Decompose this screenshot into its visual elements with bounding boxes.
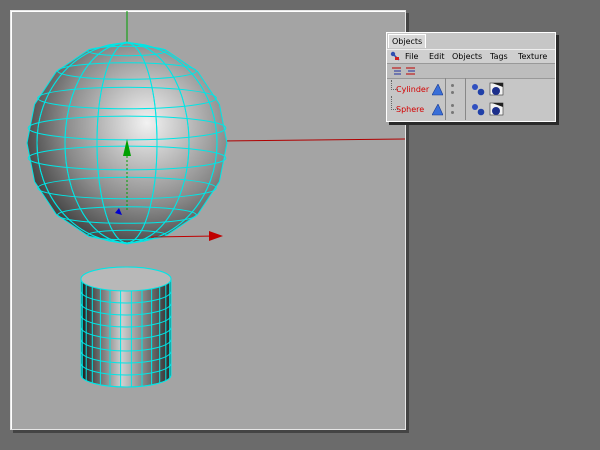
object-row-sphere[interactable]: Sphere <box>387 96 555 120</box>
menu-tags[interactable]: Tags <box>490 50 508 63</box>
collapse-hierarchy-icon[interactable] <box>405 66 416 76</box>
3d-viewport[interactable] <box>10 10 406 430</box>
object-name-cylinder[interactable]: Cylinder <box>396 84 429 96</box>
visibility-dots-icon[interactable] <box>451 84 454 98</box>
x-axis-arrow-icon[interactable] <box>209 231 223 241</box>
objects-menubar: File Edit Objects Tags Texture <box>387 49 555 64</box>
visibility-dots-icon[interactable] <box>451 104 454 118</box>
texture-tag-icon[interactable] <box>489 102 504 116</box>
texture-tag-icon[interactable] <box>489 82 504 96</box>
object-row-cylinder[interactable]: Cylinder <box>387 80 555 100</box>
menu-texture[interactable]: Texture <box>518 50 547 63</box>
menu-file[interactable]: File <box>405 50 418 63</box>
objects-toolbar <box>387 64 555 79</box>
objects-manager-panel[interactable]: Objects File Edit Objects Tags Texture C… <box>386 32 556 122</box>
tab-objects[interactable]: Objects <box>388 34 427 48</box>
object-name-sphere[interactable]: Sphere <box>396 104 424 116</box>
phong-tag-icon[interactable] <box>471 83 485 96</box>
cone-object-icon <box>432 104 443 116</box>
menu-objects[interactable]: Objects <box>452 50 482 63</box>
viewport-canvas[interactable] <box>11 11 405 429</box>
menu-edit[interactable]: Edit <box>429 50 445 63</box>
expand-hierarchy-icon[interactable] <box>391 66 402 76</box>
object-manager-icon[interactable] <box>390 51 400 61</box>
cone-object-icon <box>432 84 443 96</box>
phong-tag-icon[interactable] <box>471 103 485 116</box>
cylinder-object[interactable] <box>80 266 172 388</box>
